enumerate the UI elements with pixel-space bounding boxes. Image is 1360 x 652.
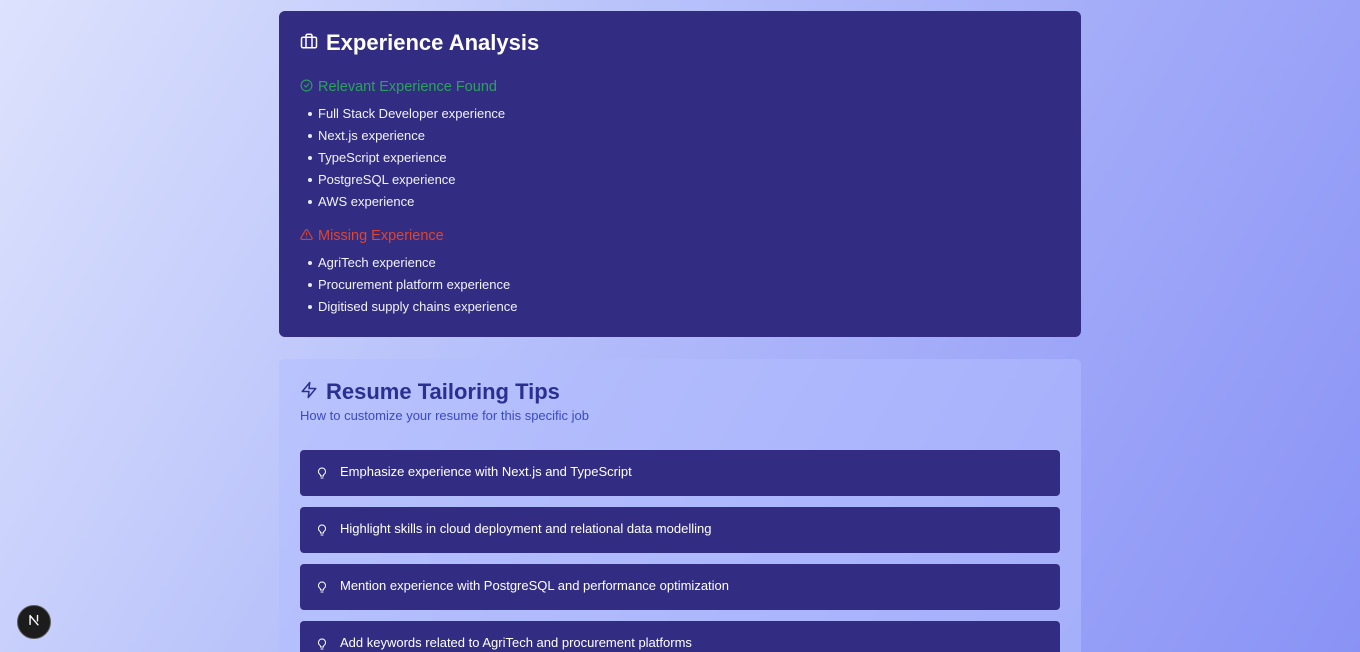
- relevant-experience-heading-text: Relevant Experience Found: [318, 79, 497, 95]
- missing-experience-heading-text: Missing Experience: [318, 228, 444, 244]
- tip-text: Mention experience with PostgreSQL and p…: [340, 578, 730, 593]
- nextjs-dev-indicator-button[interactable]: [17, 605, 51, 639]
- tip-item: Mention experience with PostgreSQL and p…: [300, 564, 1060, 610]
- resume-tailoring-tips-title-text: Resume Tailoring Tips: [326, 378, 560, 404]
- lightbulb-icon: [316, 521, 328, 540]
- resume-tailoring-tips-title: Resume Tailoring Tips: [300, 378, 1060, 405]
- tip-item: Highlight skills in cloud deployment and…: [300, 507, 1060, 553]
- resume-tailoring-tips-card: Resume Tailoring Tips How to customize y…: [279, 359, 1081, 652]
- briefcase-icon: [300, 30, 318, 56]
- list-item: Procurement platform experience: [300, 274, 1060, 296]
- lightbulb-icon: [316, 464, 328, 483]
- warning-triangle-icon: [300, 228, 313, 245]
- lightning-icon: [300, 379, 318, 405]
- lightbulb-icon: [316, 578, 328, 597]
- experience-analysis-title: Experience Analysis: [300, 29, 1060, 56]
- nextjs-logo-icon: [27, 613, 41, 632]
- missing-experience-list: AgriTech experience Procurement platform…: [300, 252, 1060, 318]
- experience-analysis-title-text: Experience Analysis: [326, 29, 540, 55]
- tip-text: Highlight skills in cloud deployment and…: [340, 521, 712, 536]
- relevant-experience-list: Full Stack Developer experience Next.js …: [300, 103, 1060, 213]
- tip-text: Add keywords related to AgriTech and pro…: [340, 635, 692, 650]
- list-item: TypeScript experience: [300, 147, 1060, 169]
- missing-experience-heading: Missing Experience: [300, 226, 1060, 246]
- tip-item: Emphasize experience with Next.js and Ty…: [300, 450, 1060, 496]
- tips-list: Emphasize experience with Next.js and Ty…: [300, 450, 1060, 652]
- list-item: AgriTech experience: [300, 252, 1060, 274]
- lightbulb-icon: [316, 635, 328, 652]
- list-item: Full Stack Developer experience: [300, 103, 1060, 125]
- list-item: PostgreSQL experience: [300, 169, 1060, 191]
- relevant-experience-heading: Relevant Experience Found: [300, 77, 1060, 97]
- tip-item: Add keywords related to AgriTech and pro…: [300, 621, 1060, 652]
- check-circle-icon: [300, 79, 313, 96]
- experience-analysis-card: Experience Analysis Relevant Experience …: [279, 11, 1081, 337]
- list-item: AWS experience: [300, 191, 1060, 213]
- resume-tailoring-tips-subtitle: How to customize your resume for this sp…: [300, 408, 589, 423]
- list-item: Next.js experience: [300, 125, 1060, 147]
- tip-text: Emphasize experience with Next.js and Ty…: [340, 464, 632, 479]
- list-item: Digitised supply chains experience: [300, 296, 1060, 318]
